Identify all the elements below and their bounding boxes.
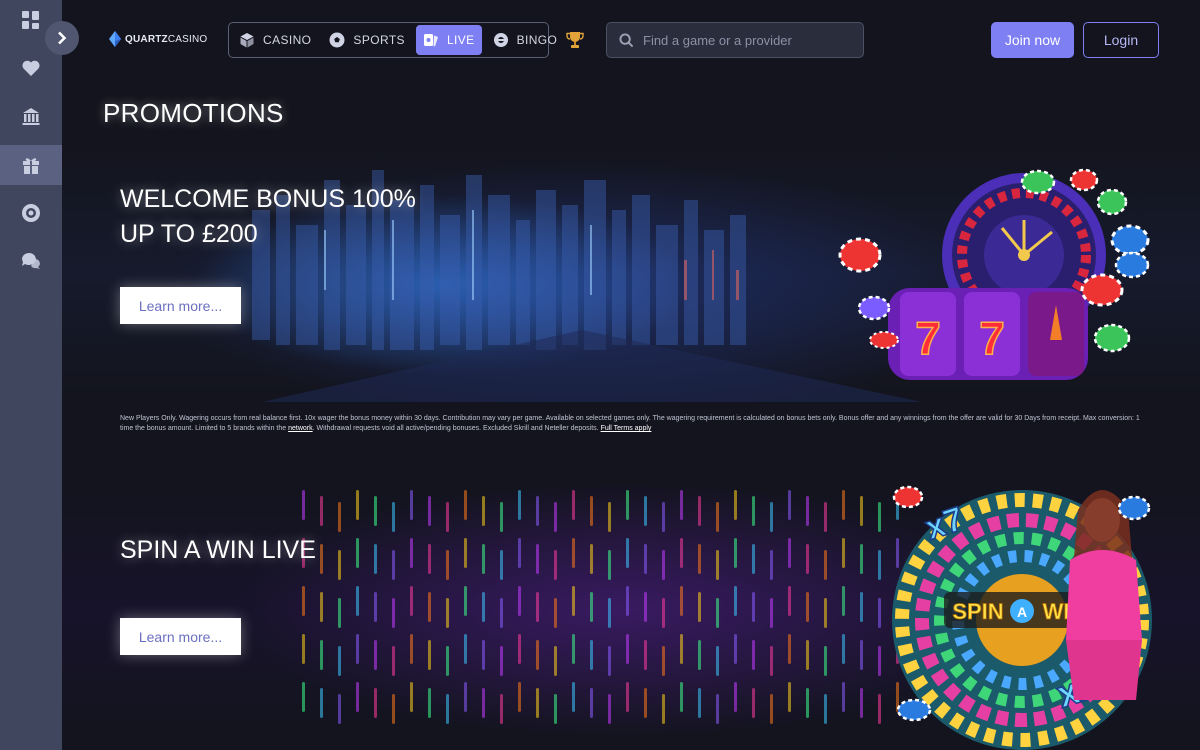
brand-name: QUARTZCASINO [125, 33, 208, 45]
sidebar-item-support[interactable] [0, 241, 62, 281]
spin-a-win-wheel-art: SPIN A WIN x7 x2 [892, 485, 1152, 750]
terms-text: New Players Only. Wagering occurs from r… [120, 414, 1140, 434]
learn-more-button[interactable]: Learn more... [120, 618, 241, 655]
soccer-ball-icon [329, 32, 345, 48]
svg-text:A: A [1017, 604, 1027, 620]
city-skyline-art: 7 7 [252, 168, 1150, 402]
login-button[interactable]: Login [1083, 22, 1159, 58]
promo-title: WELCOME BONUS 100% UP TO £200 [120, 185, 416, 248]
gift-icon [23, 158, 39, 174]
learn-more-button[interactable]: Learn more... [120, 287, 241, 324]
sidebar-expand-button[interactable] [45, 21, 79, 55]
sidebar-item-promotions[interactable] [0, 145, 62, 185]
building-icon [22, 108, 40, 125]
product-nav: CASINO SPORTS LIVE BINGO [228, 22, 557, 58]
promo-title: SPIN A WIN LIVE [120, 536, 316, 564]
svg-text:7: 7 [979, 312, 1005, 364]
promo-banner-spin-a-win[interactable]: SPIN A WIN x7 x2 SPIN A WIN LIVE Learn m… [62, 470, 1200, 750]
trophy-icon[interactable] [566, 31, 584, 49]
terms-body-2: . Withdrawal requests void all active/pe… [312, 425, 601, 432]
grid-icon [22, 11, 39, 29]
sidebar [0, 0, 62, 750]
lifebuoy-icon [22, 204, 40, 222]
tab-bingo[interactable]: BINGO [486, 25, 565, 55]
heart-icon [22, 60, 40, 76]
network-link[interactable]: network [288, 425, 313, 432]
search-input[interactable] [643, 32, 843, 48]
sidebar-item-favourites[interactable] [0, 48, 62, 88]
join-now-button[interactable]: Join now [991, 22, 1074, 58]
chevron-right-icon [58, 31, 67, 45]
page-title: PROMOTIONS [103, 98, 284, 128]
sidebar-item-responsible-gaming[interactable] [0, 193, 62, 233]
live-cards-icon [423, 34, 438, 47]
full-terms-link[interactable]: Full Terms apply [601, 425, 652, 432]
tab-label: SPORTS [353, 33, 405, 47]
search-box[interactable] [606, 22, 864, 58]
chat-icon [22, 253, 40, 269]
dice-icon [240, 33, 254, 48]
tab-casino[interactable]: CASINO [232, 25, 318, 55]
bingo-ball-icon [493, 33, 508, 47]
tab-label: CASINO [263, 33, 312, 47]
svg-text:SPIN: SPIN [952, 599, 1003, 624]
tab-live[interactable]: LIVE [415, 25, 482, 55]
sidebar-item-casino[interactable] [0, 96, 62, 136]
neon-lights-art: SPIN A WIN x7 x2 [302, 485, 1152, 750]
crystal-icon [109, 31, 121, 47]
tab-label: LIVE [446, 33, 475, 47]
search-icon [619, 32, 634, 47]
brand-logo[interactable]: QUARTZCASINO [108, 31, 207, 47]
promo-banner-welcome[interactable]: 7 7 WELCOME BONUS 100% UP TO £200 Learn … [62, 140, 1200, 402]
tab-label: BINGO [516, 33, 558, 47]
roulette-slot-art: 7 7 [838, 168, 1150, 380]
svg-text:7: 7 [915, 312, 941, 364]
tab-sports[interactable]: SPORTS [322, 25, 412, 55]
